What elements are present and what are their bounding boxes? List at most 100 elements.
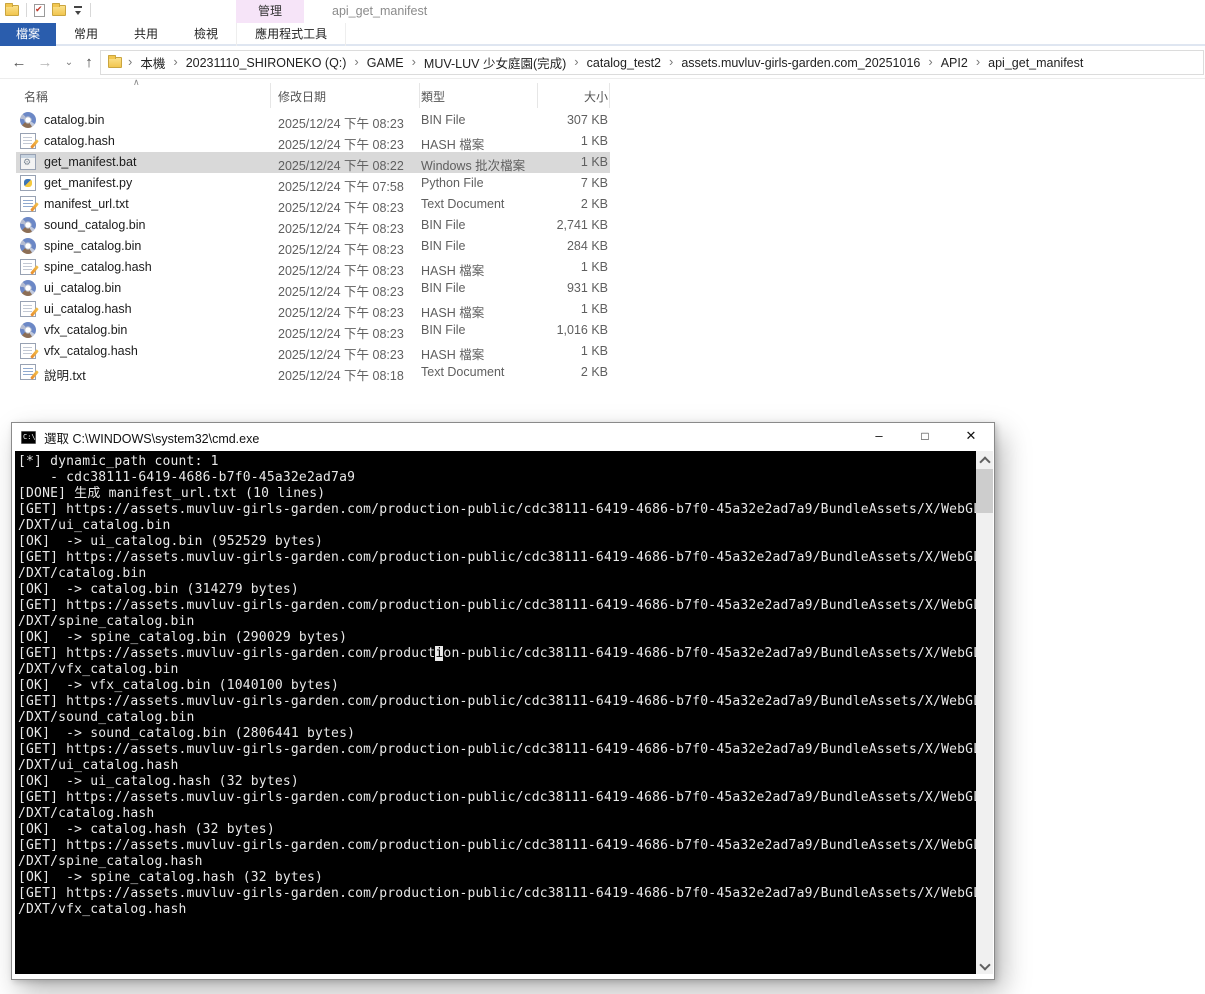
console-line: /DXT/ui_catalog.bin — [18, 518, 171, 533]
console-line: [OK] -> sound_catalog.bin (2806441 bytes… — [18, 726, 356, 741]
tab-檢視[interactable]: 檢視 — [176, 23, 236, 46]
file-type: BIN File — [421, 281, 466, 295]
tab-應用程式工具[interactable]: 應用程式工具 — [236, 23, 347, 46]
file-name: vfx_catalog.hash — [44, 344, 138, 358]
file-size: 1 KB — [580, 155, 608, 169]
up-button[interactable]: ↑ — [78, 52, 100, 74]
file-name: ui_catalog.bin — [44, 281, 122, 295]
file-name: sound_catalog.bin — [44, 218, 146, 232]
file-row[interactable]: spine_catalog.hash 2025/12/24 下午 08:23 H… — [0, 257, 1205, 278]
console-line: /DXT/vfx_catalog.hash — [18, 902, 187, 917]
qat-dropdown-icon[interactable] — [73, 5, 83, 15]
file-row[interactable]: spine_catalog.bin 2025/12/24 下午 08:23 BI… — [0, 236, 1205, 257]
file-row[interactable]: get_manifest.bat 2025/12/24 下午 08:22 Win… — [0, 152, 1205, 173]
breadcrumb-chevron-icon[interactable]: › — [570, 54, 582, 71]
console-line: [OK] -> ui_catalog.bin (952529 bytes) — [18, 534, 324, 549]
column-header-date[interactable]: 修改日期 — [278, 88, 326, 105]
breadcrumb-item[interactable]: 本機 — [136, 53, 169, 72]
recent-locations-icon[interactable]: ⌄ — [58, 52, 80, 74]
column-header-name[interactable]: 名稱 — [24, 88, 48, 105]
file-size: 7 KB — [580, 176, 608, 190]
properties-icon[interactable] — [34, 3, 45, 17]
breadcrumb-chevron-icon[interactable]: › — [350, 54, 362, 71]
cmd-window-title: 選取 C:\WINDOWS\system32\cmd.exe — [44, 431, 260, 446]
file-row[interactable]: vfx_catalog.hash 2025/12/24 下午 08:23 HAS… — [0, 341, 1205, 362]
console-line: - cdc38111-6419-4686-b7f0-45a32e2ad7a9 — [18, 470, 356, 485]
column-divider[interactable] — [609, 83, 610, 108]
forward-button[interactable]: → — [34, 52, 56, 74]
bin-file-icon — [20, 322, 36, 338]
tab-常用[interactable]: 常用 — [56, 23, 116, 46]
file-row[interactable]: catalog.hash 2025/12/24 下午 08:23 HASH 檔案… — [0, 131, 1205, 152]
txt-file-icon — [20, 196, 36, 212]
doc-file-icon — [20, 301, 36, 317]
file-size: 2,741 KB — [556, 218, 608, 232]
console-output[interactable]: [*] dynamic_path count: 1 - cdc38111-641… — [15, 451, 976, 974]
file-name: 說明.txt — [44, 369, 86, 383]
location-folder-icon — [108, 55, 122, 68]
breadcrumb-item[interactable]: API2 — [937, 56, 972, 70]
file-explorer-window: 管理 api_get_manifest 檔案常用共用檢視應用程式工具 ← → ⌄… — [0, 0, 1205, 400]
file-row[interactable]: manifest_url.txt 2025/12/24 下午 08:23 Tex… — [0, 194, 1205, 215]
file-date-modified: 2025/12/24 下午 08:23 — [278, 264, 404, 278]
file-type: HASH 檔案 — [421, 348, 485, 362]
file-row[interactable]: 說明.txt 2025/12/24 下午 08:18 Text Document… — [0, 362, 1205, 383]
maximize-button[interactable]: □ — [902, 423, 948, 451]
address-bar[interactable]: › 本機 › 20231110_SHIRONEKO (Q:) › GAME › MUV-LUV… — [100, 50, 1204, 75]
breadcrumb-item[interactable]: MUV-LUV 少女庭園(完成) — [420, 53, 570, 72]
console-line: /DXT/catalog.hash — [18, 806, 155, 821]
tab-共用[interactable]: 共用 — [116, 23, 176, 46]
ribbon-tabs: 檔案 常用 共用 檢視 應用程式工具 — [0, 23, 1205, 46]
back-button[interactable]: ← — [8, 52, 30, 74]
file-row[interactable]: vfx_catalog.bin 2025/12/24 下午 08:23 BIN … — [0, 320, 1205, 341]
breadcrumb-item[interactable]: 20231110_SHIRONEKO (Q:) — [182, 56, 351, 70]
file-size: 1 KB — [580, 344, 608, 358]
scrollbar-thumb[interactable] — [976, 469, 993, 513]
file-size: 1 KB — [580, 134, 608, 148]
explorer-app-icon — [5, 2, 19, 16]
column-divider[interactable] — [270, 83, 271, 108]
breadcrumb: › 本機 › 20231110_SHIRONEKO (Q:) › GAME › MUV-LUV… — [124, 53, 1087, 72]
breadcrumb-item[interactable]: api_get_manifest — [984, 56, 1087, 70]
column-header-type[interactable]: 類型 — [421, 88, 445, 105]
file-name: manifest_url.txt — [44, 197, 129, 211]
new-folder-icon[interactable] — [52, 2, 66, 16]
file-row[interactable]: ui_catalog.hash 2025/12/24 下午 08:23 HASH… — [0, 299, 1205, 320]
doc-file-icon — [20, 343, 36, 359]
console-line: [GET] https://assets.muvluv-girls-garden… — [18, 694, 976, 709]
file-row[interactable]: catalog.bin 2025/12/24 下午 08:23 BIN File… — [0, 110, 1205, 131]
column-header-size[interactable]: 大小 — [538, 88, 608, 105]
column-divider[interactable] — [419, 83, 420, 108]
breadcrumb-chevron-icon[interactable]: › — [924, 54, 936, 71]
minimize-button[interactable]: – — [856, 423, 902, 451]
breadcrumb-item[interactable]: GAME — [363, 56, 408, 70]
tab-檔案[interactable]: 檔案 — [0, 23, 57, 46]
breadcrumb-chevron-icon[interactable]: › — [124, 54, 136, 71]
column-divider[interactable] — [537, 83, 538, 108]
window-title: api_get_manifest — [332, 4, 428, 18]
file-row[interactable]: get_manifest.py 2025/12/24 下午 07:58 Pyth… — [0, 173, 1205, 194]
file-row[interactable]: ui_catalog.bin 2025/12/24 下午 08:23 BIN F… — [0, 278, 1205, 299]
file-size: 2 KB — [580, 197, 608, 211]
scroll-up-icon[interactable] — [976, 451, 993, 468]
breadcrumb-item[interactable]: assets.muvluv-girls-garden.com_20251016 — [677, 56, 924, 70]
file-row[interactable]: sound_catalog.bin 2025/12/24 下午 08:23 BI… — [0, 215, 1205, 236]
console-scrollbar[interactable] — [976, 451, 993, 974]
console-line: [GET] https://assets.muvluv-girls-garden… — [18, 742, 976, 757]
breadcrumb-chevron-icon[interactable]: › — [408, 54, 420, 71]
file-name: catalog.hash — [44, 134, 115, 148]
cmd-titlebar[interactable]: 選取 C:\WINDOWS\system32\cmd.exe – □ ✕ — [12, 423, 994, 451]
breadcrumb-chevron-icon[interactable]: › — [169, 54, 181, 71]
breadcrumb-item[interactable]: catalog_test2 — [583, 56, 665, 70]
cmd-window: 選取 C:\WINDOWS\system32\cmd.exe – □ ✕ [*]… — [11, 422, 995, 980]
file-date-modified: 2025/12/24 下午 08:23 — [278, 222, 404, 236]
breadcrumb-chevron-icon[interactable]: › — [972, 54, 984, 71]
txt-file-icon — [20, 364, 36, 380]
close-button[interactable]: ✕ — [948, 423, 994, 451]
scroll-down-icon[interactable] — [976, 957, 993, 974]
file-size: 307 KB — [566, 113, 608, 127]
file-size: 284 KB — [566, 239, 608, 253]
breadcrumb-chevron-icon[interactable]: › — [665, 54, 677, 71]
file-size: 2 KB — [580, 365, 608, 379]
file-date-modified: 2025/12/24 下午 07:58 — [278, 180, 404, 194]
